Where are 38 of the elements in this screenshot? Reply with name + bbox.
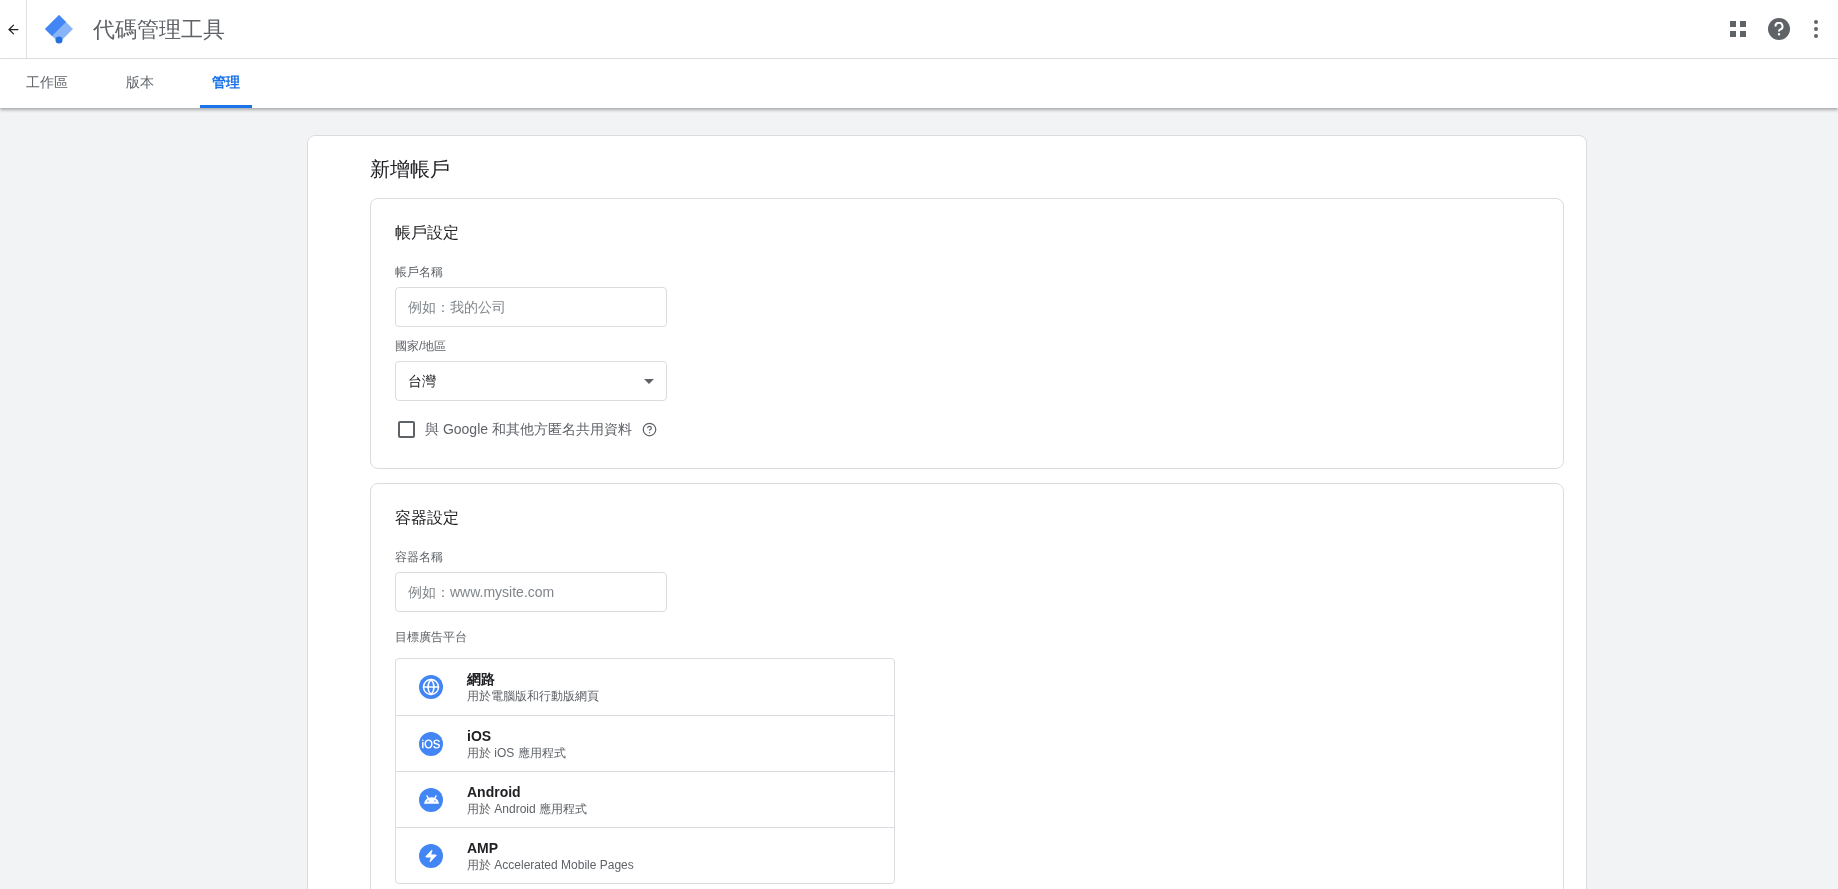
- field-label: 國家/地區: [395, 338, 448, 355]
- android-icon: [419, 787, 443, 812]
- platform-option[interactable]: Android 用於 Android 應用程式: [396, 771, 894, 827]
- platform-option[interactable]: AMP 用於 Accelerated Mobile Pages: [396, 827, 894, 883]
- checkbox-label: 與 Google 和其他方匿名共用資料: [425, 420, 632, 439]
- platform-name: iOS: [467, 726, 493, 745]
- ios-icon: [419, 731, 443, 756]
- field-label: 帳戶名稱: [395, 264, 444, 281]
- diamond-logo-icon: [43, 13, 75, 45]
- more-menu-icon[interactable]: [1812, 20, 1820, 38]
- caret-icon: [644, 378, 654, 384]
- platform-description: 用於 iOS 應用程式: [467, 744, 566, 761]
- container-name-field[interactable]: 例如：www.mysite.com: [395, 572, 667, 612]
- platform-option[interactable]: iOS 用於 iOS 應用程式: [396, 715, 894, 771]
- checkbox[interactable]: [398, 421, 415, 438]
- country-dropdown[interactable]: 台灣: [395, 361, 667, 401]
- section-heading: 帳戶設定: [395, 223, 460, 243]
- help-icon[interactable]: [641, 422, 657, 437]
- globe-icon: [419, 675, 443, 699]
- platform-name: AMP: [467, 838, 500, 857]
- page-title: 新增帳戶: [370, 157, 451, 182]
- field-label: 目標廣告平台: [395, 629, 468, 646]
- platform-name: 網路: [467, 670, 496, 688]
- platform-description: 用於 Android 應用程式: [467, 800, 588, 817]
- help-icon[interactable]: [1768, 18, 1790, 40]
- nav-tab[interactable]: 版本: [114, 59, 166, 108]
- nav-tab[interactable]: 工作區: [14, 59, 80, 108]
- platform-name: Android: [467, 782, 522, 801]
- platform-description: 用於電腦版和行動版網頁: [467, 688, 599, 704]
- platform-description: 用於 Accelerated Mobile Pages: [467, 856, 634, 873]
- field-label: 容器名稱: [395, 549, 444, 566]
- account-name-field[interactable]: 例如：我的公司: [395, 287, 667, 327]
- lightning-icon: [419, 843, 443, 868]
- platform-option[interactable]: 網路 用於電腦版和行動版網頁: [396, 659, 894, 715]
- section-heading: 容器設定: [395, 508, 460, 528]
- apps-grid-icon[interactable]: [1730, 21, 1746, 37]
- nav-tab[interactable]: 管理: [200, 59, 252, 108]
- app-title: 代碼管理工具: [93, 15, 225, 44]
